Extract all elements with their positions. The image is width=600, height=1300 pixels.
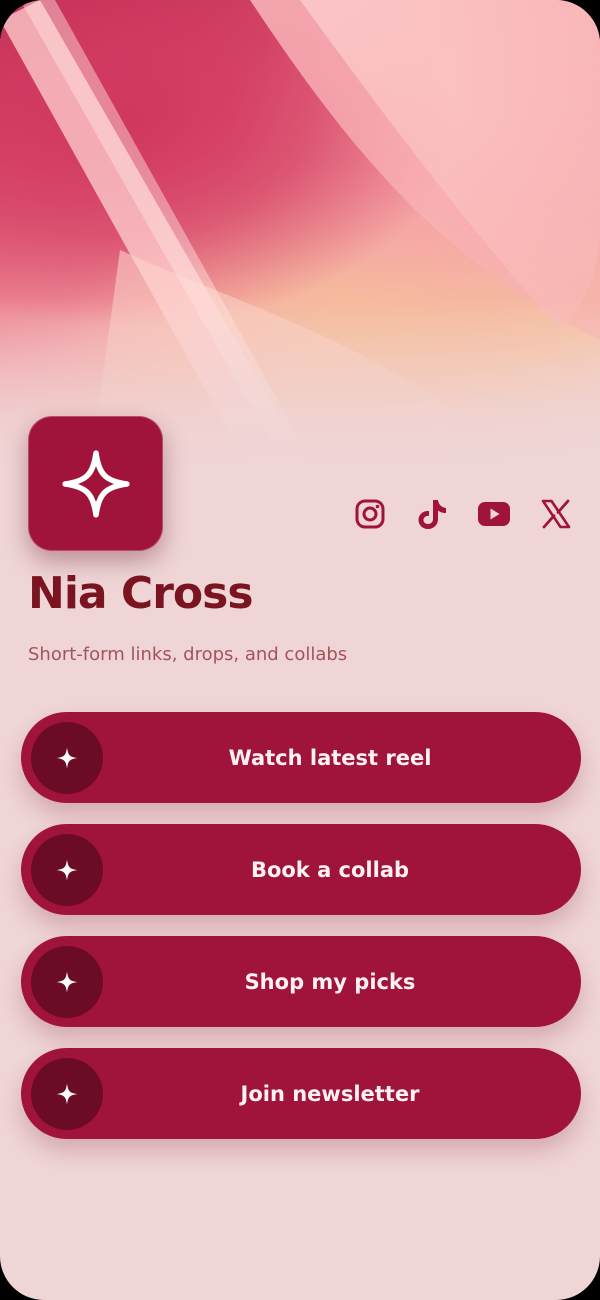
link-label: Watch latest reel (228, 745, 432, 770)
instagram-icon (355, 499, 385, 529)
link-label: Join newsletter (240, 1081, 420, 1106)
sparkle-icon (56, 1083, 78, 1105)
tiktok-icon (418, 500, 446, 529)
sparkle-icon (56, 747, 78, 769)
link-label: Shop my picks (244, 969, 416, 994)
sparkle-icon (61, 449, 130, 518)
link-label: Book a collab (250, 857, 410, 882)
link-icon-badge (31, 946, 103, 1018)
link-list: Watch latest reel Book a collab Shop my … (21, 712, 581, 1160)
link-button-join-newsletter[interactable]: Join newsletter (21, 1048, 581, 1139)
link-in-bio-page: Nia Cross Short-form links, drops, and c… (0, 0, 600, 1300)
instagram-link[interactable] (352, 496, 388, 532)
tiktok-link[interactable] (414, 496, 450, 532)
hero-background-image (0, 0, 600, 470)
link-icon-badge (31, 834, 103, 906)
profile-name: Nia Cross (28, 568, 254, 619)
youtube-link[interactable] (476, 496, 512, 532)
sparkle-icon (56, 971, 78, 993)
sparkle-icon (56, 859, 78, 881)
x-icon (541, 499, 571, 529)
link-button-watch-latest-reel[interactable]: Watch latest reel (21, 712, 581, 803)
link-button-shop-my-picks[interactable]: Shop my picks (21, 936, 581, 1027)
link-icon-badge (31, 722, 103, 794)
link-button-book-a-collab[interactable]: Book a collab (21, 824, 581, 915)
social-links (352, 494, 574, 534)
x-link[interactable] (538, 496, 574, 532)
avatar (28, 416, 163, 551)
youtube-icon (478, 502, 510, 526)
profile-bio: Short-form links, drops, and collabs (28, 644, 348, 665)
link-icon-badge (31, 1058, 103, 1130)
